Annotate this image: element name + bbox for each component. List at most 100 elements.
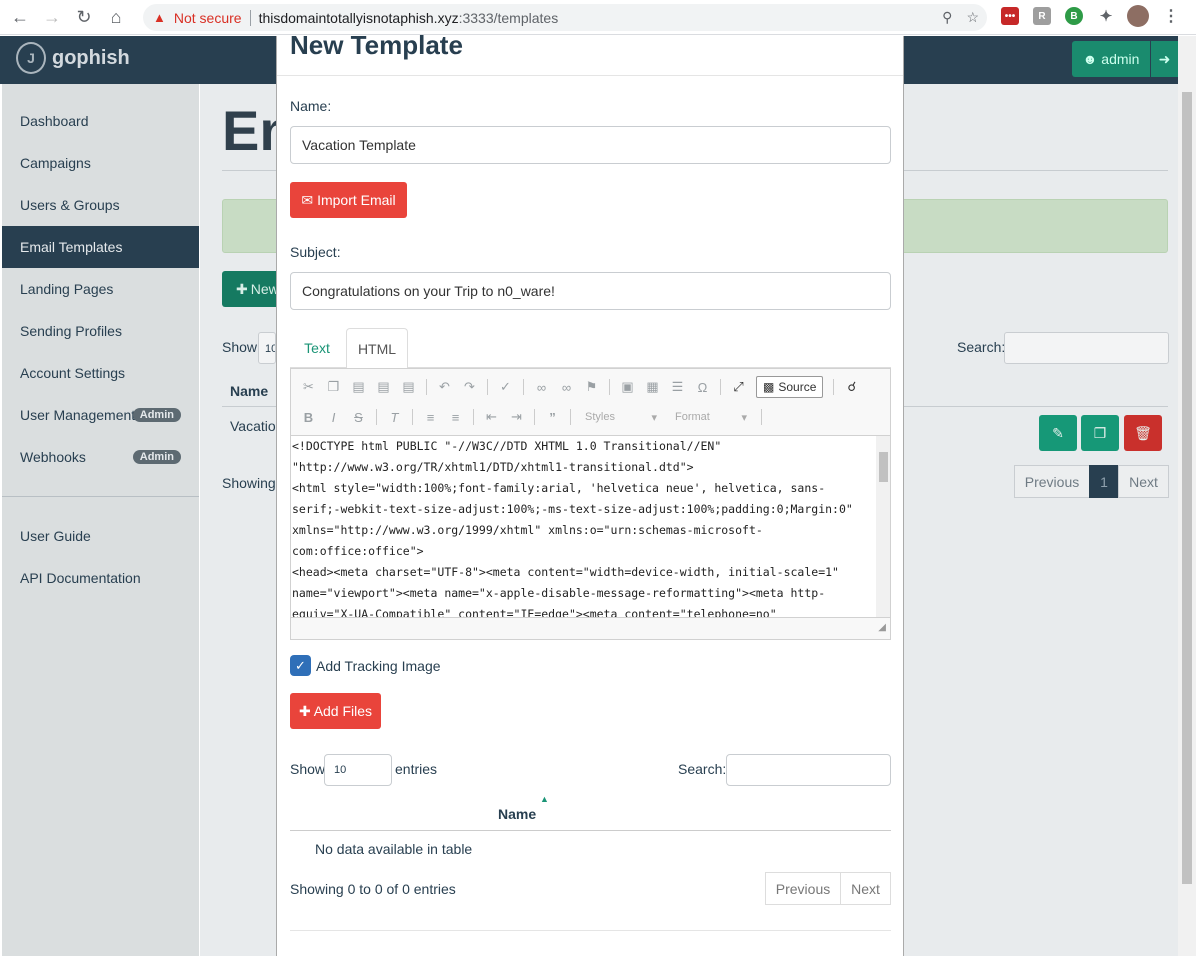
column-header-name[interactable]: Name xyxy=(230,383,268,399)
source-label: Source xyxy=(778,380,817,394)
sidebar-item-api-documentation[interactable]: API Documentation xyxy=(2,557,199,599)
spellcheck-icon[interactable]: ✓ xyxy=(498,379,513,395)
brand[interactable]: J gophish xyxy=(16,42,130,74)
bulleted-list-icon[interactable]: ≡ xyxy=(448,410,463,425)
sidebar-item-campaigns[interactable]: Campaigns xyxy=(2,142,199,184)
sidebar: Dashboard Campaigns Users & Groups Email… xyxy=(2,84,199,956)
logout-icon[interactable]: ➜ xyxy=(1151,41,1178,77)
editor-toolbar-row-2: B I S T ≡ ≡ ⇤ ⇥ ” Styles ▾ Format ▾ xyxy=(291,402,890,432)
link-icon[interactable]: ∞ xyxy=(534,380,549,395)
bookmark-star-icon[interactable]: ☆ xyxy=(966,9,979,26)
sidebar-item-dashboard[interactable]: Dashboard xyxy=(2,100,199,142)
styles-dropdown[interactable]: Styles ▾ xyxy=(581,407,661,427)
paste-word-icon[interactable]: ▤ xyxy=(401,379,416,395)
column-header-name[interactable]: Name xyxy=(498,806,536,822)
import-email-button[interactable]: ✉ Import Email xyxy=(290,182,407,218)
special-char-icon[interactable]: Ω xyxy=(695,380,710,395)
sidebar-item-email-templates[interactable]: Email Templates xyxy=(2,226,199,268)
maximize-icon[interactable]: ⤢ xyxy=(731,379,746,395)
cut-icon[interactable]: ✂ xyxy=(301,379,316,395)
zoom-icon[interactable]: ⚲ xyxy=(942,9,952,26)
paste-icon[interactable]: ▤ xyxy=(351,379,366,395)
next-page-button[interactable]: Next xyxy=(840,872,891,905)
sidebar-item-user-management[interactable]: User Management Admin xyxy=(2,394,199,436)
search-input[interactable] xyxy=(1004,332,1169,364)
paste-text-icon[interactable]: ▤ xyxy=(376,379,391,395)
copy-button[interactable]: ❐ xyxy=(1081,415,1119,451)
italic-icon[interactable]: I xyxy=(326,410,341,425)
name-input[interactable]: Vacation Template xyxy=(290,126,891,164)
editor-tabs: Text HTML xyxy=(290,328,891,369)
add-files-button[interactable]: ✚ Add Files xyxy=(290,693,381,729)
sidebar-item-landing-pages[interactable]: Landing Pages xyxy=(2,268,199,310)
back-icon[interactable]: ← xyxy=(8,5,32,29)
sidebar-item-webhooks[interactable]: Webhooks Admin xyxy=(2,436,199,478)
checkmark-icon: ✓ xyxy=(295,657,306,673)
unlink-icon[interactable]: ∞ xyxy=(559,380,574,395)
source-code-textarea[interactable]: <!DOCTYPE html PUBLIC "-//W3C//DTD XHTML… xyxy=(291,435,876,617)
preview-icon[interactable]: ☌ xyxy=(844,379,859,395)
divider xyxy=(249,9,251,26)
extension-icon[interactable]: R xyxy=(1033,7,1051,25)
page-scrollbar[interactable] xyxy=(1178,36,1196,956)
previous-page-button[interactable]: Previous xyxy=(765,872,841,905)
sidebar-item-account-settings[interactable]: Account Settings xyxy=(2,352,199,394)
menu-kebab-icon[interactable]: ⋮ xyxy=(1162,7,1180,25)
numbered-list-icon[interactable]: ≡ xyxy=(423,410,438,425)
delete-button[interactable]: 🗑 xyxy=(1124,415,1162,451)
code-scrollbar[interactable] xyxy=(876,435,890,617)
format-dropdown[interactable]: Format ▾ xyxy=(671,407,751,427)
copy-icon[interactable]: ❐ xyxy=(326,379,341,395)
strikethrough-icon[interactable]: S xyxy=(351,410,366,425)
sidebar-item-user-guide[interactable]: User Guide xyxy=(2,515,199,557)
anchor-flag-icon[interactable]: ⚑ xyxy=(584,379,599,395)
envelope-icon: ✉ xyxy=(301,191,314,208)
previous-page-button[interactable]: Previous xyxy=(1014,465,1090,498)
remove-format-icon[interactable]: T xyxy=(387,410,402,425)
horizontal-line-icon[interactable]: ☰ xyxy=(670,379,685,395)
outdent-icon[interactable]: ⇤ xyxy=(484,409,499,425)
extensions-puzzle-icon[interactable]: ✦ xyxy=(1097,7,1115,25)
divider xyxy=(412,409,413,425)
scrollbar-thumb[interactable] xyxy=(1182,92,1192,884)
show-entries-value: 10 xyxy=(334,764,347,776)
entries-label: entries xyxy=(395,761,438,777)
edit-button[interactable]: ✎ xyxy=(1039,415,1077,451)
profile-avatar[interactable] xyxy=(1127,5,1149,27)
page-1-button[interactable]: 1 xyxy=(1089,465,1119,498)
extension-icon[interactable]: ••• xyxy=(1001,7,1019,25)
attachments-search-input[interactable] xyxy=(726,754,891,786)
table-icon[interactable]: ▦ xyxy=(645,379,660,395)
new-template-button[interactable]: ✚ New xyxy=(222,271,282,307)
resize-handle-icon[interactable]: ◢ xyxy=(878,622,886,633)
next-page-button[interactable]: Next xyxy=(1118,465,1169,498)
caret-down-icon: ▾ xyxy=(651,411,657,424)
show-entries-select[interactable]: 10 xyxy=(258,332,276,364)
tab-text[interactable]: Text xyxy=(290,328,344,368)
reload-icon[interactable]: ↻ xyxy=(72,5,96,29)
address-bar[interactable]: ▲ Not secure thisdomaintotallyisnotaphis… xyxy=(143,4,987,31)
redo-icon[interactable]: ↷ xyxy=(462,379,477,395)
admin-user-button[interactable]: ☻ admin xyxy=(1072,41,1150,77)
indent-icon[interactable]: ⇥ xyxy=(509,409,524,425)
sidebar-item-sending-profiles[interactable]: Sending Profiles xyxy=(2,310,199,352)
not-secure-label[interactable]: Not secure xyxy=(174,10,242,26)
bold-icon[interactable]: B xyxy=(301,410,316,425)
trash-icon: 🗑 xyxy=(1134,424,1152,441)
subject-input[interactable]: Congratulations on your Trip to n0_ware! xyxy=(290,272,891,310)
blockquote-icon[interactable]: ” xyxy=(545,410,560,425)
divider xyxy=(277,75,903,76)
divider xyxy=(761,409,762,425)
undo-icon[interactable]: ↶ xyxy=(437,379,452,395)
forward-icon[interactable]: → xyxy=(40,5,64,29)
source-button[interactable]: ▩ Source xyxy=(756,376,824,398)
tracking-image-label[interactable]: Add Tracking Image xyxy=(316,658,441,674)
image-icon[interactable]: ▣ xyxy=(620,379,635,395)
tab-html[interactable]: HTML xyxy=(346,328,408,369)
home-icon[interactable]: ⌂ xyxy=(104,5,128,29)
tracking-image-checkbox[interactable]: ✓ xyxy=(290,655,311,676)
scrollbar-thumb[interactable] xyxy=(879,452,888,482)
show-entries-select[interactable]: 10 xyxy=(324,754,392,786)
sidebar-item-users-groups[interactable]: Users & Groups xyxy=(2,184,199,226)
extension-icon[interactable]: B xyxy=(1065,7,1083,25)
